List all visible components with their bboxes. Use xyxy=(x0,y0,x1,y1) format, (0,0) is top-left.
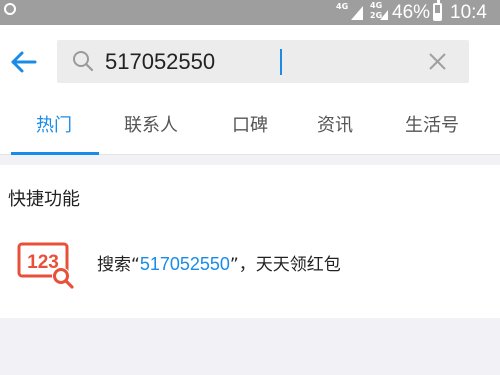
icon-number-text: 123 xyxy=(27,252,59,273)
tab-reviews[interactable]: 口碑 xyxy=(232,113,268,139)
signal-icon-2 xyxy=(380,10,388,20)
tab-bar: 热门 联系人 口碑 资讯 生活号 xyxy=(0,97,500,155)
signal-icon-1 xyxy=(351,6,363,20)
quick-functions-section: 快捷功能 123 搜索“517052550”，天天领红包 xyxy=(0,165,500,318)
search-input[interactable] xyxy=(105,44,415,79)
battery-percent: 46% xyxy=(392,2,431,23)
tab-hot[interactable]: 热门 xyxy=(36,113,72,139)
battery-icon xyxy=(433,0,442,21)
clock: 10:4 xyxy=(450,2,487,23)
notification-icon xyxy=(4,3,16,15)
clear-icon[interactable] xyxy=(427,51,448,72)
quick-search-number-item[interactable]: 123 搜索“517052550”，天天领红包 xyxy=(0,235,500,295)
battery-fill xyxy=(435,12,440,19)
status-bar: 4G 4G 2G 46% 10:4 xyxy=(0,0,500,25)
search-box[interactable] xyxy=(57,40,469,83)
label-prefix: 搜索“ xyxy=(97,255,140,275)
section-title: 快捷功能 xyxy=(8,189,80,210)
tab-life-accounts[interactable]: 生活号 xyxy=(405,113,459,139)
text-cursor xyxy=(280,49,282,75)
tab-news[interactable]: 资讯 xyxy=(317,113,353,139)
tab-active-indicator xyxy=(11,152,99,155)
number-search-icon: 123 xyxy=(17,242,74,289)
quick-search-label: 搜索“517052550”，天天领红包 xyxy=(97,252,341,277)
back-arrow-icon[interactable] xyxy=(8,47,38,77)
search-header xyxy=(0,25,500,97)
label-suffix: ”，天天领红包 xyxy=(229,255,341,275)
network-label-1: 4G xyxy=(336,2,349,11)
label-highlight: 517052550 xyxy=(139,254,230,274)
tab-contacts[interactable]: 联系人 xyxy=(124,113,178,139)
search-icon xyxy=(73,51,94,72)
